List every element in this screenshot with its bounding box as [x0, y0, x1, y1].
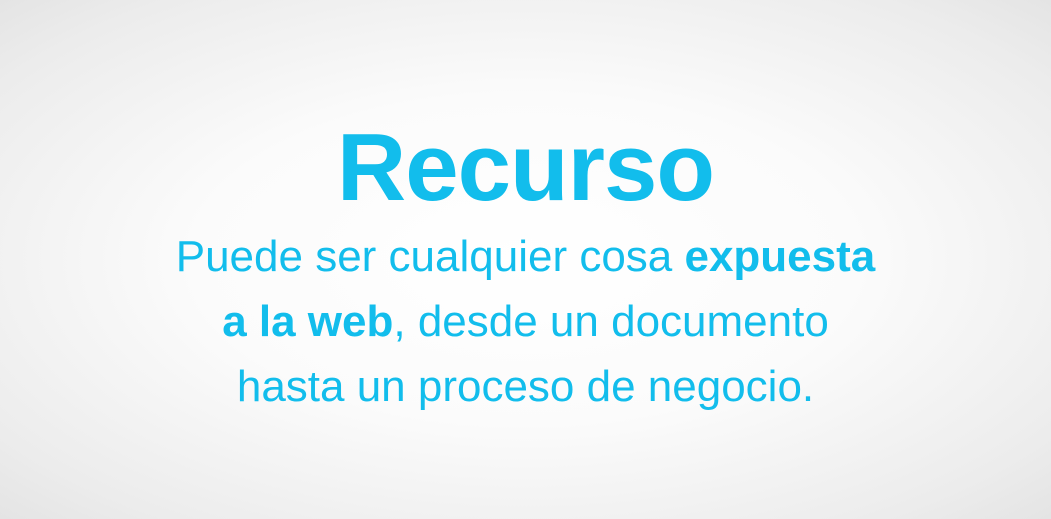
- body-emphasis: a la web: [222, 297, 394, 346]
- slide-title: Recurso: [336, 114, 715, 221]
- body-line-2: a la web, desde un documento: [0, 289, 1051, 354]
- body-text: hasta un proceso de negocio.: [236, 362, 815, 411]
- body-line-3: hasta un proceso de negocio.: [0, 354, 1051, 419]
- body-emphasis: expuesta: [684, 232, 876, 281]
- body-text: Puede ser cualquier cosa: [175, 232, 685, 281]
- slide-body: Puede ser cualquier cosa expuesta a la w…: [0, 224, 1051, 419]
- body-text: , desde un documento: [393, 297, 829, 346]
- body-line-1: Puede ser cualquier cosa expuesta: [0, 224, 1051, 289]
